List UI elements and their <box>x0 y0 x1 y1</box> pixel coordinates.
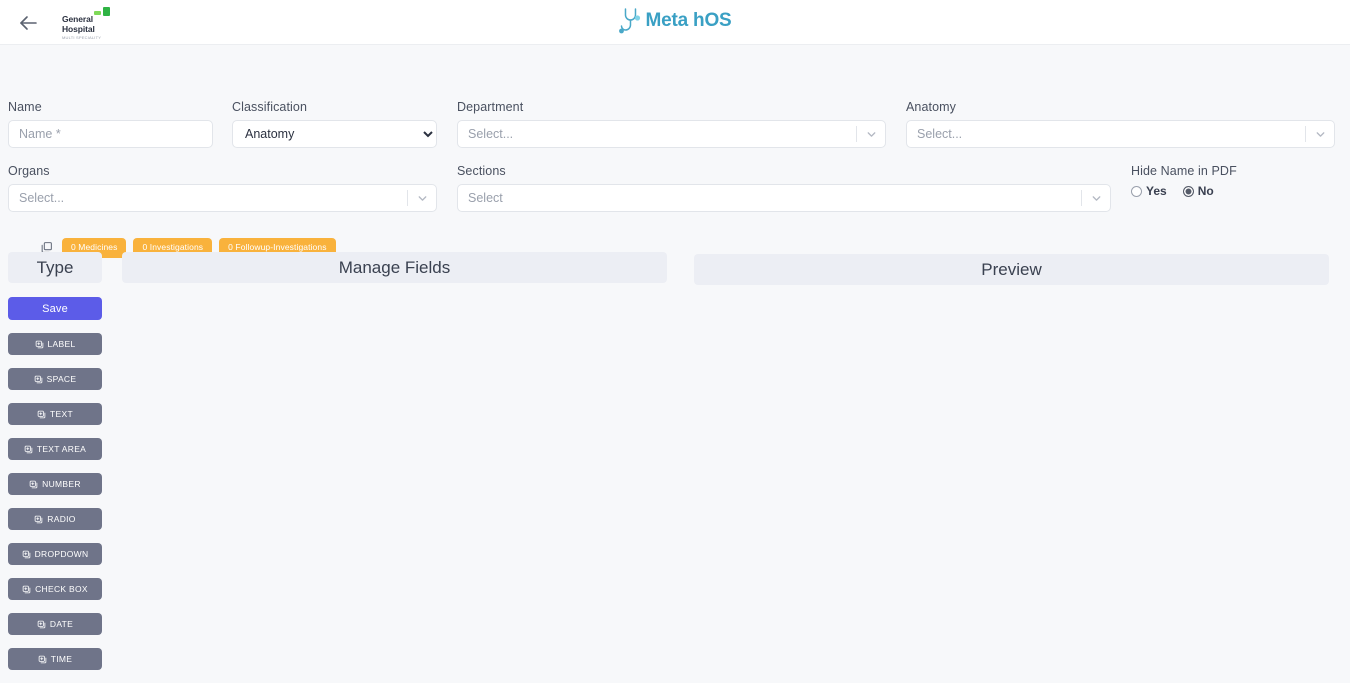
type-button-number[interactable]: NUMBER <box>8 473 102 495</box>
back-arrow-icon[interactable] <box>16 11 40 35</box>
type-button-label: TEXT AREA <box>36 444 87 454</box>
type-button-list: Save LABEL SPACE TEXT TEXT AREA NUMBER RADIO DR… <box>8 297 102 683</box>
type-button-radio[interactable]: RADIO <box>8 508 102 530</box>
stethoscope-icon <box>619 8 641 34</box>
chevron-down-icon[interactable] <box>1306 121 1334 147</box>
chevron-down-icon[interactable] <box>408 185 436 211</box>
type-button-space[interactable]: SPACE <box>8 368 102 390</box>
add-square-icon <box>22 550 31 559</box>
add-square-icon <box>22 585 31 594</box>
hospital-name: General Hospital <box>62 14 95 34</box>
type-button-label: RADIO <box>47 514 76 524</box>
department-placeholder: Select... <box>468 127 514 141</box>
field-label-anatomy: Anatomy <box>906 100 957 114</box>
anatomy-placeholder: Select... <box>917 127 963 141</box>
add-square-icon <box>35 340 44 349</box>
sections-placeholder: Select <box>468 191 503 205</box>
type-button-date[interactable]: DATE <box>8 613 102 635</box>
type-button-label: NUMBER <box>42 479 81 489</box>
type-button-save[interactable]: Save <box>8 297 102 320</box>
brand-logo: Meta hOS <box>618 6 732 36</box>
panel-header-manage-fields: Manage Fields <box>122 252 667 283</box>
radio-label-no: No <box>1197 184 1214 198</box>
field-label-organs: Organs <box>8 164 50 178</box>
field-department: Department Select... <box>457 100 886 148</box>
field-sections: Sections Select <box>457 164 1111 212</box>
app-header: General Hospital MULTI SPECIALITY Meta h… <box>0 0 1350 45</box>
radio-option-no[interactable]: No <box>1182 184 1214 198</box>
chevron-down-icon[interactable] <box>1082 185 1110 211</box>
chevron-down-icon[interactable] <box>857 121 885 147</box>
field-hide-name-in-pdf: Hide Name in PDF Yes No <box>1131 164 1331 198</box>
add-square-icon <box>29 480 38 489</box>
type-button-label: Save <box>42 302 68 315</box>
department-select[interactable]: Select... <box>457 120 886 148</box>
sections-select[interactable]: Select <box>457 184 1111 212</box>
field-label-hide-name-in-pdf: Hide Name in PDF <box>1131 164 1237 178</box>
field-label-sections: Sections <box>457 164 506 178</box>
type-button-label[interactable]: LABEL <box>8 333 102 355</box>
type-button-dropdown[interactable]: DROPDOWN <box>8 543 102 565</box>
classification-select[interactable]: Anatomy <box>232 120 437 148</box>
field-classification: Classification Anatomy <box>232 100 437 148</box>
add-square-icon <box>37 620 46 629</box>
organs-placeholder: Select... <box>19 191 65 205</box>
add-square-icon <box>24 445 33 454</box>
type-button-label: DROPDOWN <box>34 549 89 559</box>
type-button-label: TIME <box>50 654 73 664</box>
field-organs: Organs Select... <box>8 164 437 212</box>
name-input[interactable] <box>8 120 213 148</box>
field-anatomy: Anatomy Select... <box>906 100 1335 148</box>
field-label-name: Name <box>8 100 42 114</box>
field-label-department: Department <box>457 100 524 114</box>
field-name: Name <box>8 100 213 148</box>
radio-dot-yes[interactable] <box>1131 185 1142 197</box>
field-label-classification: Classification <box>232 100 308 114</box>
organs-select[interactable]: Select... <box>8 184 437 212</box>
radio-label-yes: Yes <box>1146 184 1167 198</box>
type-button-label: DATE <box>49 619 74 629</box>
type-button-text-area[interactable]: TEXT AREA <box>8 438 102 460</box>
type-button-label: CHECK BOX <box>35 584 88 594</box>
type-button-label: SPACE <box>46 374 77 384</box>
type-button-label: LABEL <box>47 339 76 349</box>
brand-name: Meta hOS <box>645 10 732 31</box>
add-square-icon <box>38 655 47 664</box>
logo-mark-light-icon <box>94 11 101 15</box>
type-button-label: TEXT <box>50 409 73 419</box>
logo-mark-dark-icon <box>103 7 110 16</box>
add-square-icon <box>37 410 46 419</box>
radio-dot-no[interactable] <box>1182 185 1194 197</box>
hospital-subtitle: MULTI SPECIALITY <box>62 35 102 40</box>
panel-header-preview: Preview <box>694 254 1329 285</box>
hospital-logo: General Hospital MULTI SPECIALITY <box>62 6 126 42</box>
add-square-icon <box>34 515 43 524</box>
radio-option-yes[interactable]: Yes <box>1131 184 1167 198</box>
panel-header-type: Type <box>8 252 102 283</box>
type-button-check-box[interactable]: CHECK BOX <box>8 578 102 600</box>
type-button-text[interactable]: TEXT <box>8 403 102 425</box>
add-square-icon <box>34 375 43 384</box>
anatomy-select[interactable]: Select... <box>906 120 1335 148</box>
hide-name-radio-group: Yes No <box>1131 184 1331 198</box>
